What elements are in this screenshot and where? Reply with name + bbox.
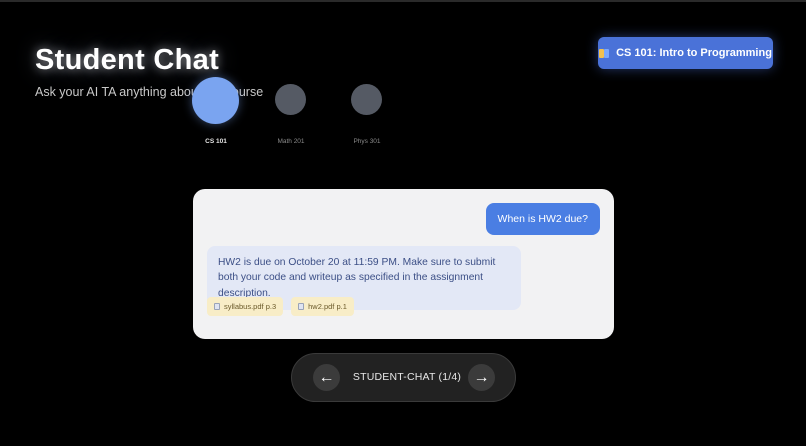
chat-panel: When is HW2 due? HW2 is due on October 2… bbox=[193, 189, 614, 339]
course-dot-math201[interactable] bbox=[275, 84, 306, 115]
citation-label: hw2.pdf p.1 bbox=[308, 302, 347, 311]
course-selector-label: CS 101: Intro to Programming bbox=[616, 47, 772, 59]
slide-indicator: STUDENT-CHAT (1/4) bbox=[352, 371, 462, 383]
top-divider bbox=[0, 0, 806, 2]
next-button[interactable]: → bbox=[468, 364, 495, 391]
page-title: Student Chat bbox=[35, 44, 220, 76]
citation-label: syllabus.pdf p.3 bbox=[224, 302, 277, 311]
previous-button[interactable]: ← bbox=[313, 364, 340, 391]
citation-list: syllabus.pdf p.3 hw2.pdf p.1 bbox=[207, 297, 354, 316]
course-label-math201: Math 201 bbox=[277, 138, 305, 145]
page: Student Chat Ask your AI TA anything abo… bbox=[0, 0, 806, 446]
slide-navigation: ← STUDENT-CHAT (1/4) → bbox=[291, 353, 516, 402]
course-label-phys301: Phys 301 bbox=[353, 138, 381, 145]
book-icon bbox=[599, 48, 610, 59]
citation-chip[interactable]: hw2.pdf p.1 bbox=[291, 297, 354, 316]
course-dot-cs101[interactable] bbox=[192, 77, 239, 124]
user-message: When is HW2 due? bbox=[485, 203, 600, 235]
document-icon bbox=[214, 303, 220, 310]
course-label-cs101: CS 101 bbox=[205, 138, 227, 145]
course-selector-button[interactable]: CS 101: Intro to Programming bbox=[598, 37, 773, 69]
course-dot-phys301[interactable] bbox=[351, 84, 382, 115]
document-icon bbox=[298, 303, 305, 310]
citation-chip[interactable]: syllabus.pdf p.3 bbox=[207, 297, 284, 316]
